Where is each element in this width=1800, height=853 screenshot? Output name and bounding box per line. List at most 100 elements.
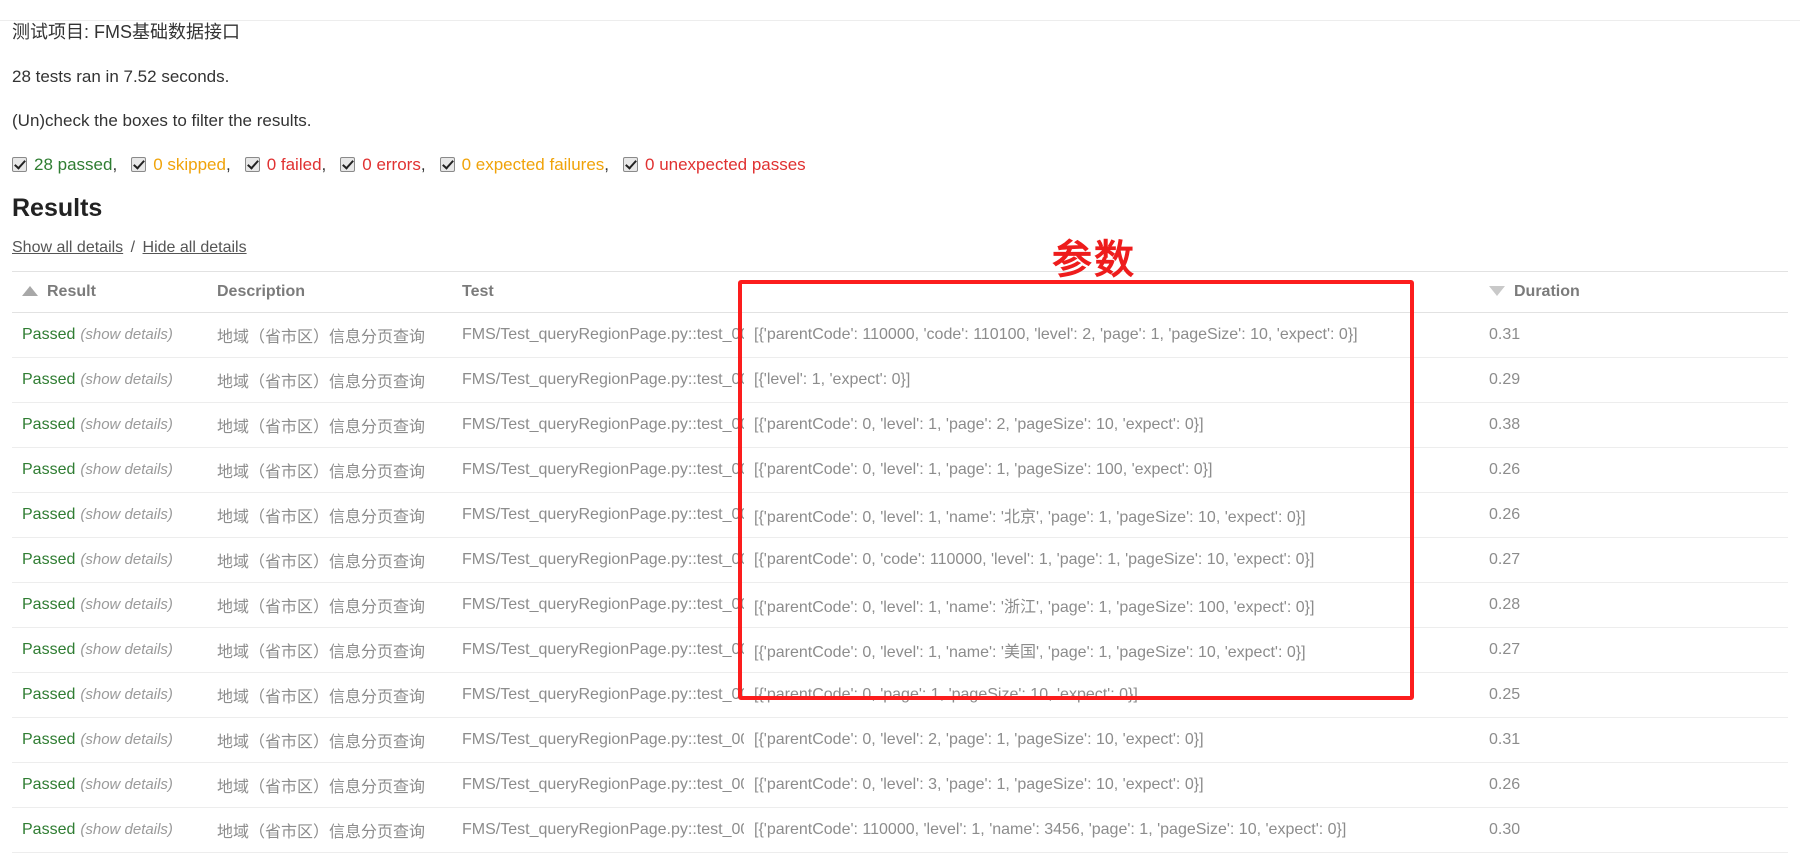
cell-duration: 0.38 bbox=[1479, 402, 1788, 448]
cell-test: FMS/Test_queryRegionPage.py::test_00 bbox=[452, 582, 744, 628]
cell-spacer bbox=[1459, 312, 1479, 358]
filter-checkbox-1[interactable] bbox=[131, 157, 147, 173]
filter-label-1: 0 skipped bbox=[153, 155, 226, 175]
cell-duration: 0.27 bbox=[1479, 627, 1788, 673]
cell-result: Passed (show details) bbox=[12, 762, 207, 808]
table-row: Passed (show details) 地域（省市区）信息分页查询 FMS/Tes… bbox=[12, 672, 1788, 718]
column-header-result[interactable]: Result bbox=[12, 270, 207, 313]
filter-group-0: 28 passed, bbox=[12, 155, 117, 175]
column-header-description[interactable]: Description bbox=[207, 270, 452, 313]
filter-separator-0: , bbox=[112, 154, 118, 174]
cell-duration: 0.26 bbox=[1479, 447, 1788, 493]
show-details-link[interactable]: (show details) bbox=[80, 461, 173, 478]
cell-description: 地域（省市区）信息分页查询 bbox=[207, 627, 452, 673]
cell-description: 地域（省市区）信息分页查询 bbox=[207, 312, 452, 358]
show-details-link[interactable]: (show details) bbox=[80, 641, 173, 658]
table-row: Passed (show details) 地域（省市区）信息分页查询 FMS/Tes… bbox=[12, 582, 1788, 628]
filter-group-2: 0 failed, bbox=[244, 154, 327, 175]
table-header-row: Result Description Test Duration bbox=[12, 270, 1788, 313]
column-header-spacer bbox=[1459, 270, 1479, 313]
cell-duration: 0.26 bbox=[1479, 492, 1788, 538]
filter-group-3: 0 errors, bbox=[340, 154, 426, 175]
cell-spacer bbox=[1459, 807, 1479, 853]
cell-result: Passed (show details) bbox=[12, 537, 207, 583]
filter-separator-1: , bbox=[225, 154, 231, 174]
table-row: Passed (show details) 地域（省市区）信息分页查询 FMS/Tes… bbox=[12, 762, 1788, 808]
cell-result: Passed (show details) bbox=[12, 672, 207, 718]
column-header-param[interactable] bbox=[744, 270, 1459, 313]
page-title: Results bbox=[12, 193, 103, 222]
tests-ran-summary: 28 tests ran in 7.52 seconds. bbox=[12, 67, 230, 87]
table-row: Passed (show details) 地域（省市区）信息分页查询 FMS/Tes… bbox=[12, 537, 1788, 583]
table-row: Passed (show details) 地域（省市区）信息分页查询 FMS/Tes… bbox=[12, 447, 1788, 493]
cell-description: 地域（省市区）信息分页查询 bbox=[207, 357, 452, 403]
cell-spacer bbox=[1459, 537, 1479, 583]
table-row: Passed (show details) 地域（省市区）信息分页查询 FMS/Tes… bbox=[12, 402, 1788, 448]
status-badge: Passed bbox=[22, 370, 76, 388]
cell-description: 地域（省市区）信息分页查询 bbox=[207, 402, 452, 448]
show-details-link[interactable]: (show details) bbox=[80, 686, 173, 703]
sort-descending-icon bbox=[1489, 285, 1505, 296]
sort-ascending-icon bbox=[22, 285, 38, 296]
filter-separator-2: , bbox=[321, 154, 327, 174]
column-header-result-label: Result bbox=[47, 282, 96, 300]
results-table-body: Passed (show details) 地域（省市区）信息分页查询 FMS/Tes… bbox=[12, 312, 1788, 853]
filter-checkbox-0[interactable] bbox=[12, 157, 27, 173]
cell-description: 地域（省市区）信息分页查询 bbox=[207, 447, 452, 493]
cell-parameters: [{'parentCode': 0, 'level': 1, 'name': '… bbox=[744, 492, 1459, 538]
cell-test: FMS/Test_queryRegionPage.py::test_00 bbox=[452, 312, 744, 358]
show-details-link[interactable]: (show details) bbox=[80, 551, 173, 568]
cell-parameters: [{'parentCode': 110000, 'level': 1, 'nam… bbox=[744, 807, 1459, 853]
cell-test: FMS/Test_queryRegionPage.py::test_00 bbox=[452, 537, 744, 583]
cell-duration: 0.25 bbox=[1479, 672, 1788, 718]
show-details-link[interactable]: (show details) bbox=[80, 596, 173, 613]
filter-separator-3: , bbox=[420, 154, 426, 174]
cell-duration: 0.27 bbox=[1479, 537, 1788, 583]
status-badge: Passed bbox=[22, 595, 76, 613]
filter-group-4: 0 expected failures, bbox=[439, 155, 609, 175]
show-details-link[interactable]: (show details) bbox=[80, 776, 173, 793]
cell-parameters: [{'parentCode': 0, 'page': 1, 'pageSize'… bbox=[744, 672, 1459, 718]
show-details-link[interactable]: (show details) bbox=[80, 821, 173, 838]
column-header-description-label: Description bbox=[217, 282, 306, 300]
status-badge: Passed bbox=[22, 460, 76, 478]
cell-description: 地域（省市区）信息分页查询 bbox=[207, 717, 452, 763]
cell-duration: 0.30 bbox=[1479, 807, 1788, 853]
column-header-test-label: Test bbox=[462, 282, 494, 300]
status-badge: Passed bbox=[22, 730, 76, 748]
table-row: Passed (show details) 地域（省市区）信息分页查询 FMS/Tes… bbox=[12, 312, 1788, 358]
cell-result: Passed (show details) bbox=[12, 807, 207, 853]
show-details-link[interactable]: (show details) bbox=[80, 371, 173, 388]
cell-result: Passed (show details) bbox=[12, 492, 207, 538]
filter-group-1: 0 skipped, bbox=[131, 155, 231, 175]
show-details-link[interactable]: (show details) bbox=[80, 506, 173, 523]
cell-spacer bbox=[1459, 402, 1479, 448]
show-details-link[interactable]: (show details) bbox=[80, 731, 173, 748]
column-header-duration[interactable]: Duration bbox=[1479, 270, 1788, 313]
filter-checkbox-2[interactable] bbox=[244, 157, 260, 173]
cell-parameters: [{'parentCode': 0, 'level': 3, 'page': 1… bbox=[744, 762, 1459, 808]
filter-checkbox-3[interactable] bbox=[340, 157, 356, 173]
cell-duration: 0.28 bbox=[1479, 582, 1788, 628]
show-details-link[interactable]: (show details) bbox=[80, 326, 173, 343]
cell-spacer bbox=[1459, 447, 1479, 493]
column-header-test[interactable]: Test bbox=[452, 270, 744, 313]
cell-test: FMS/Test_queryRegionPage.py::test_00 bbox=[452, 357, 744, 403]
cell-description: 地域（省市区）信息分页查询 bbox=[207, 807, 452, 853]
table-row: Passed (show details) 地域（省市区）信息分页查询 FMS/Tes… bbox=[12, 717, 1788, 763]
cell-test: FMS/Test_queryRegionPage.py::test_00 bbox=[452, 807, 744, 853]
project-title: 测试项目: FMS基础数据接口 bbox=[12, 22, 240, 42]
cell-description: 地域（省市区）信息分页查询 bbox=[207, 672, 452, 718]
filter-hint: (Un)check the boxes to filter the result… bbox=[12, 110, 312, 130]
filter-checkbox-5[interactable] bbox=[623, 157, 639, 173]
filter-checkbox-4[interactable] bbox=[439, 157, 455, 173]
cell-duration: 0.26 bbox=[1479, 762, 1788, 808]
column-header-duration-label: Duration bbox=[1514, 282, 1580, 300]
hide-all-details-link[interactable]: Hide all details bbox=[143, 239, 247, 256]
show-all-details-link[interactable]: Show all details bbox=[12, 239, 123, 256]
cell-parameters: [{'parentCode': 110000, 'code': 110100, … bbox=[744, 312, 1459, 358]
cell-description: 地域（省市区）信息分页查询 bbox=[207, 762, 452, 808]
cell-description: 地域（省市区）信息分页查询 bbox=[207, 492, 452, 538]
cell-test: FMS/Test_queryRegionPage.py::test_00 bbox=[452, 762, 744, 808]
show-details-link[interactable]: (show details) bbox=[80, 416, 173, 433]
